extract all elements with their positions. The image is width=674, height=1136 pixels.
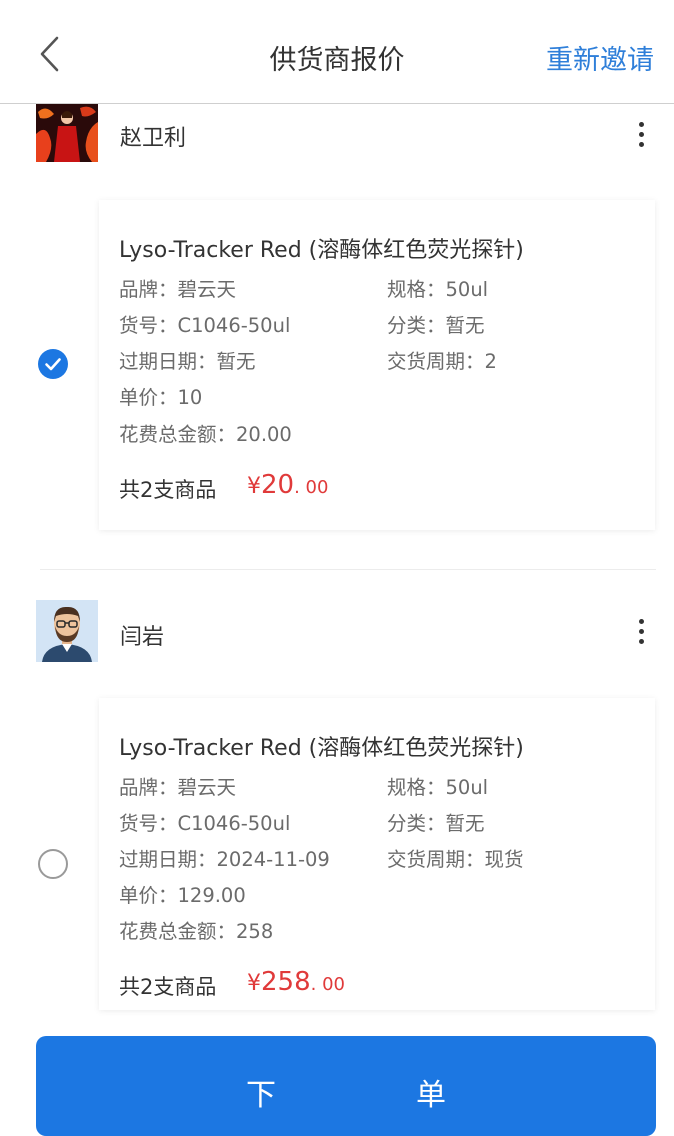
supplier-quote: 闫岩 Lyso-Tracker Red (溶酶体红色荧光探针) 品牌：碧云天 规…	[0, 0, 674, 1010]
delivery-field: 交货周期：现货	[387, 848, 524, 871]
back-button[interactable]	[24, 26, 74, 82]
item-count: 共2支商品	[119, 975, 217, 999]
supplier-name: 闫岩	[120, 625, 165, 650]
more-options-button[interactable]	[626, 611, 656, 651]
unit-price-field: 单价：129.00	[119, 884, 246, 907]
category-field: 分类：暂无	[387, 812, 485, 835]
avatar	[36, 600, 98, 662]
item-no-field: 货号：C1046-50ul	[119, 812, 291, 835]
expiry-field: 过期日期：2024-11-09	[119, 848, 330, 871]
brand-field: 品牌：碧云天	[119, 776, 237, 799]
reinvite-button[interactable]: 重新邀请	[546, 38, 654, 77]
price-integer: 258	[261, 967, 311, 997]
place-order-button[interactable]: 下 单	[36, 1036, 656, 1136]
nav-header: 供货商报价 重新邀请	[0, 0, 674, 104]
total-cost-field: 花费总金额：258	[119, 920, 274, 943]
currency-symbol: ¥	[247, 971, 261, 996]
select-radio[interactable]	[38, 849, 68, 879]
more-vertical-icon	[638, 618, 644, 624]
spec-field: 规格：50ul	[387, 776, 489, 799]
chevron-left-icon	[40, 36, 59, 72]
product-card: Lyso-Tracker Red (溶酶体红色荧光探针) 品牌：碧云天 规格：5…	[99, 698, 655, 1010]
order-label-char-1: 下	[246, 1078, 276, 1113]
product-title: Lyso-Tracker Red (溶酶体红色荧光探针)	[119, 736, 524, 761]
price-decimal: . 00	[310, 974, 345, 995]
order-label-char-2: 单	[416, 1078, 446, 1113]
total-price: ¥258. 00	[247, 967, 345, 997]
